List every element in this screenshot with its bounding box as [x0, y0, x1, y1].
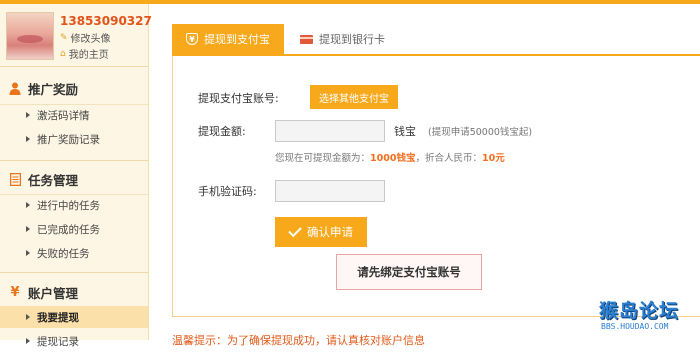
sidebar-item-label: 失败的任务	[37, 247, 90, 260]
sidebar-item-promotion-records[interactable]: 推广奖励记录	[0, 128, 148, 150]
sidebar-item-label: 提现记录	[37, 335, 79, 348]
chevron-right-icon	[26, 314, 30, 320]
home-icon: ⌂	[60, 48, 66, 59]
profile-card: 13853090327 ✎ 修改头像 ⌂ 我的主页	[0, 4, 152, 64]
amount-minimum-hint: (提现申请50000钱宝起)	[428, 127, 533, 138]
chevron-right-icon	[26, 136, 30, 142]
site-watermark-logo: 猴岛论坛 BBS.HOUDAO.COM	[597, 296, 697, 338]
person-icon	[8, 81, 22, 95]
alipay-account-label: 提现支付宝账号:	[198, 92, 279, 105]
section-header-account: ¥ 账户管理	[0, 278, 148, 306]
tab-label: 提现到银行卡	[319, 33, 385, 46]
section-title: 推广奖励	[28, 81, 79, 97]
tab-label: 提现到支付宝	[204, 33, 270, 46]
watermark-main: 猴岛论坛	[599, 300, 680, 322]
sidebar-item-withdraw-records[interactable]: 提现记录	[0, 330, 148, 352]
homepage-link[interactable]: ⌂ 我的主页	[60, 46, 109, 62]
sidebar-item-label: 激活码详情	[37, 109, 90, 122]
sidebar-item-label: 我要提现	[37, 311, 79, 324]
sidebar-item-tasks-in-progress[interactable]: 进行中的任务	[0, 194, 148, 216]
note-prefix: 您现在可提现金额为：	[275, 153, 371, 164]
section-header-tasks: 任务管理	[0, 165, 148, 193]
note-middle: ，折合人民币：	[415, 153, 482, 164]
available-balance-note: 您现在可提现金额为：1000钱宝，折合人民币：10元	[275, 150, 505, 164]
section-header-promotion: 推广奖励	[0, 74, 148, 102]
sidebar-item-tasks-completed[interactable]: 已完成的任务	[0, 218, 148, 240]
user-phone: 13853090327	[60, 14, 152, 28]
section-title: 任务管理	[28, 172, 79, 188]
checkmark-icon	[288, 223, 302, 237]
bind-alipay-warning: 请先绑定支付宝账号	[336, 254, 482, 290]
bank-card-icon	[300, 34, 313, 44]
sidebar: 13853090327 ✎ 修改头像 ⌂ 我的主页 推广奖励 激活码详情 推广奖…	[0, 4, 152, 348]
sidebar-item-label: 已完成的任务	[37, 223, 100, 236]
sidebar-item-tasks-failed[interactable]: 失败的任务	[0, 242, 148, 264]
phone-code-label: 手机验证码:	[198, 185, 257, 198]
section-divider	[0, 160, 148, 161]
section-title: 账户管理	[28, 285, 79, 301]
amount-input[interactable]	[275, 120, 385, 142]
chevron-right-icon	[26, 226, 30, 232]
select-other-alipay-button[interactable]: 选择其他支付宝	[310, 85, 398, 109]
phone-code-input[interactable]	[275, 180, 385, 202]
chevron-right-icon	[26, 338, 30, 344]
document-icon	[8, 172, 22, 186]
edit-avatar-link[interactable]: ✎ 修改头像	[60, 30, 111, 46]
tab-alipay[interactable]: ¥ 提现到支付宝	[172, 24, 284, 54]
chevron-right-icon	[26, 202, 30, 208]
section-divider	[0, 66, 148, 67]
chevron-right-icon	[26, 250, 30, 256]
available-amount: 1000钱宝	[370, 153, 416, 164]
sidebar-item-withdraw[interactable]: 我要提现	[0, 306, 148, 328]
withdraw-tabs: ¥ 提现到支付宝 提现到银行卡	[172, 24, 700, 56]
pencil-icon: ✎	[60, 32, 68, 43]
confirm-apply-button[interactable]: 确认申请	[275, 217, 367, 247]
sidebar-item-activation-codes[interactable]: 激活码详情	[0, 104, 148, 126]
chevron-right-icon	[26, 112, 30, 118]
edit-avatar-label: 修改头像	[70, 34, 111, 45]
footer-note: 温馨提示：为了确保提现成功，请认真核对账户信息	[172, 334, 425, 347]
shield-icon: ¥	[186, 33, 198, 45]
avatar-image-detail	[17, 35, 43, 43]
money-icon: ¥	[10, 284, 20, 300]
homepage-label: 我的主页	[68, 50, 109, 61]
tab-bank-card[interactable]: 提现到银行卡	[300, 24, 420, 54]
amount-unit: 钱宝	[394, 125, 416, 138]
avatar[interactable]	[6, 12, 54, 60]
watermark-url: BBS.HOUDAO.COM	[601, 322, 669, 331]
section-divider	[0, 272, 148, 273]
sidebar-item-label: 推广奖励记录	[37, 133, 100, 146]
confirm-label: 确认申请	[307, 225, 353, 239]
amount-label: 提现金额:	[198, 125, 246, 138]
available-rmb: 10元	[481, 153, 505, 164]
sidebar-item-label: 进行中的任务	[37, 199, 100, 212]
